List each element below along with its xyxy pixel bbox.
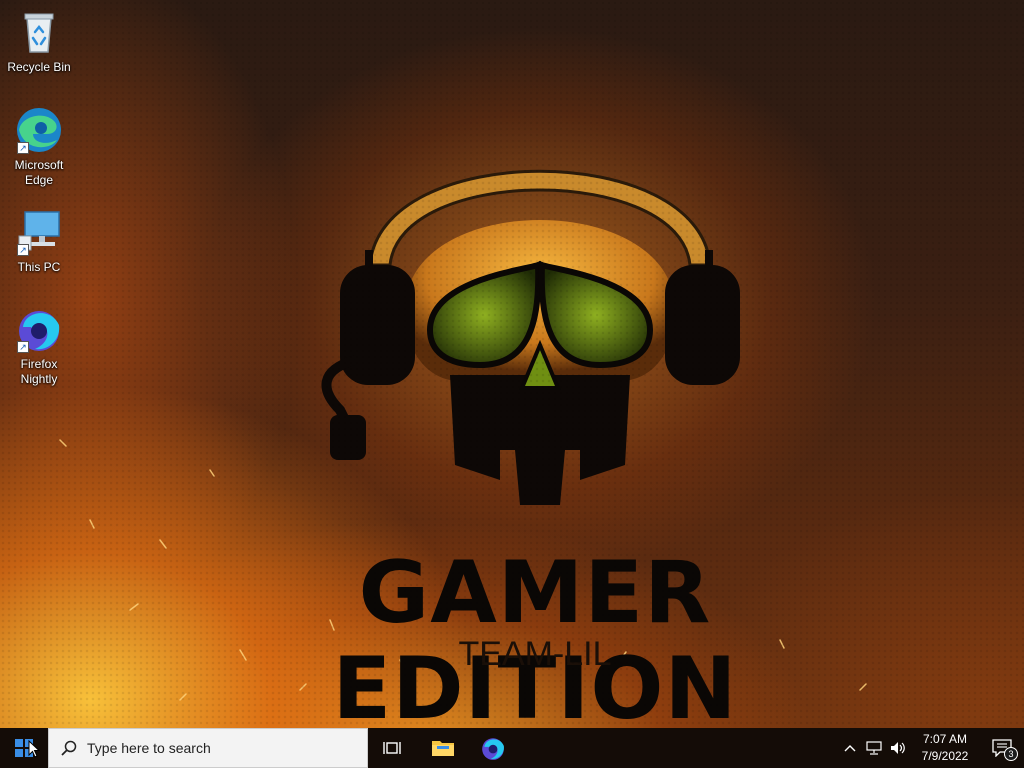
this-pc-icon: ↗ — [15, 208, 63, 256]
skull-headset-logo — [321, 169, 740, 505]
firefox-nightly-taskbar-button[interactable] — [468, 728, 518, 768]
wallpaper-subtitle: TEAM-LIL — [458, 635, 612, 673]
task-view-button[interactable] — [368, 728, 418, 768]
folder-icon — [432, 741, 454, 756]
shortcut-arrow-icon: ↗ — [17, 142, 29, 154]
firefox-nightly-icon: ↗ — [15, 305, 63, 353]
system-tray: 7:07 AM 7/9/2022 3 — [838, 728, 1024, 768]
action-center-button[interactable]: 3 — [980, 728, 1024, 768]
shortcut-arrow-icon: ↗ — [17, 244, 29, 256]
sparks-decoration — [59, 439, 867, 713]
firefox-nightly-icon — [482, 738, 504, 760]
taskbar: 7:07 AM 7/9/2022 3 — [0, 728, 1024, 768]
desktop-icon-label: Firefox Nightly — [20, 357, 58, 386]
clock-time: 7:07 AM — [922, 732, 968, 746]
network-icon — [866, 741, 882, 755]
desktop-icon-firefox-nightly[interactable]: ↗ Firefox Nightly — [1, 305, 77, 387]
clock-date: 7/9/2022 — [921, 749, 969, 763]
file-explorer-button[interactable] — [418, 728, 468, 768]
speaker-icon — [891, 742, 905, 754]
task-view-icon — [383, 742, 401, 754]
wallpaper-title: GAMER EDITION — [332, 543, 738, 728]
search-icon — [61, 740, 77, 756]
desktop-icon-label: Microsoft Edge — [14, 158, 64, 187]
desktop-wallpaper: GAMER EDITION TEAM-LIL — [0, 0, 1024, 728]
chevron-up-icon — [844, 745, 856, 752]
shortcut-arrow-icon: ↗ — [17, 341, 29, 353]
recycle-bin-icon — [15, 8, 63, 56]
desktop-icon-this-pc[interactable]: ↗ This PC — [1, 208, 77, 275]
notification-count-badge: 3 — [1004, 747, 1018, 761]
mouse-cursor-icon — [28, 740, 40, 758]
volume-button[interactable] — [886, 728, 910, 768]
desktop-icon-label: Recycle Bin — [7, 60, 71, 74]
taskbar-search-box[interactable] — [48, 728, 368, 768]
edge-icon: ↗ — [15, 106, 63, 154]
desktop-icon-label: This PC — [17, 260, 61, 274]
desktop-icon-microsoft-edge[interactable]: ↗ Microsoft Edge — [1, 106, 77, 188]
search-input[interactable] — [87, 740, 337, 756]
show-hidden-icons-button[interactable] — [838, 728, 862, 768]
taskbar-clock[interactable]: 7:07 AM 7/9/2022 — [910, 731, 980, 765]
desktop-icon-recycle-bin[interactable]: Recycle Bin — [1, 8, 77, 75]
network-button[interactable] — [862, 728, 886, 768]
start-button[interactable] — [0, 728, 48, 768]
